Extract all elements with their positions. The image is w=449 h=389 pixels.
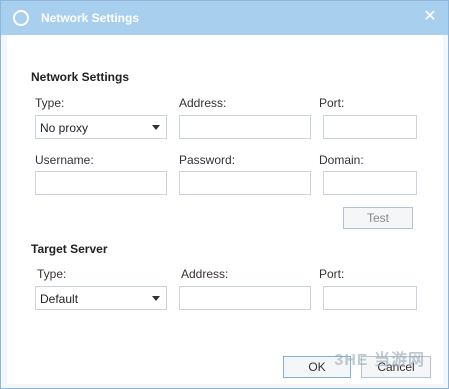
username-label: Username: [35,153,94,167]
password-label: Password: [179,153,236,167]
target-type-select[interactable]: Default [35,286,167,310]
password-input[interactable] [179,171,311,195]
target-address-input[interactable] [179,286,311,310]
chevron-down-icon [152,125,160,130]
target-type-value: Default [40,292,79,306]
target-server-heading: Target Server [31,242,108,256]
target-type-label: Type: [37,267,67,281]
domain-label: Domain: [319,153,364,167]
proxy-type-label: Type: [35,96,65,110]
network-settings-dialog: Network Settings ✕ Network Settings Type… [0,0,449,389]
proxy-address-label: Address: [179,96,227,110]
target-port-input[interactable] [323,286,417,310]
target-port-label: Port: [319,267,345,281]
watermark-logo: 3HE 当游网 [334,352,425,369]
chevron-down-icon [152,296,160,301]
window-title: Network Settings [41,11,140,25]
username-input[interactable] [35,171,167,195]
title-bar[interactable]: Network Settings ✕ [1,1,448,35]
test-button[interactable]: Test [343,207,413,229]
network-settings-heading: Network Settings [31,70,130,84]
proxy-type-value: No proxy [40,121,89,135]
proxy-address-input[interactable] [179,115,311,139]
proxy-port-label: Port: [319,96,345,110]
app-logo-icon [13,10,29,26]
dialog-content: Network Settings Type: No proxy Address:… [7,35,443,384]
domain-input[interactable] [323,171,417,195]
proxy-port-input[interactable] [323,115,417,139]
target-address-label: Address: [181,267,229,281]
proxy-type-select[interactable]: No proxy [35,115,167,139]
close-icon[interactable]: ✕ [422,9,438,25]
